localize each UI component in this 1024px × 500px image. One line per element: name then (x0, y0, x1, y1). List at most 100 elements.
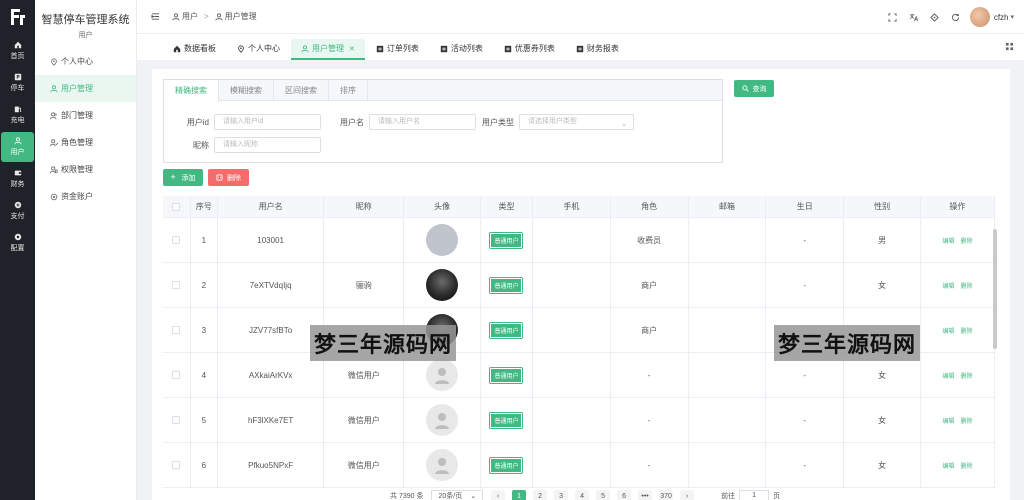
rail-item-3[interactable]: 用户 (1, 132, 34, 162)
search-tab-3[interactable]: 排序 (329, 80, 368, 101)
row-checkbox[interactable] (172, 461, 181, 469)
sidebar-item-4[interactable]: 权限管理 (35, 156, 136, 183)
row-checkbox-cell[interactable] (163, 263, 191, 307)
table-row[interactable]: 5 hF3lXKe7ET 微信用户 普通用户 - - 女编辑 删除 (163, 398, 995, 443)
row-checkbox-cell[interactable] (163, 218, 191, 262)
delete-link[interactable]: 删除 (961, 236, 973, 245)
edit-link[interactable]: 编辑 (943, 461, 955, 470)
tab-label: 订单列表 (386, 44, 419, 53)
sidebar-item-3[interactable]: 角色管理 (35, 129, 136, 156)
page-size-select[interactable]: 20条/页 ⌄ (431, 490, 484, 500)
rail-item-0[interactable]: 首页 (1, 36, 34, 66)
list-icon (376, 45, 384, 52)
breadcrumb-item-user[interactable]: 用户 (182, 11, 198, 22)
edit-link[interactable]: 编辑 (943, 416, 955, 425)
cell-username: AXkaiArKVx (218, 353, 325, 397)
page-button[interactable]: 5 (596, 490, 611, 500)
edit-link[interactable]: 编辑 (943, 371, 955, 380)
username[interactable]: cfzh (994, 13, 1009, 22)
row-checkbox[interactable] (172, 236, 181, 244)
account-icon (50, 193, 58, 200)
tab-5[interactable]: 优惠券列表 (494, 39, 565, 60)
select-all-checkbox[interactable] (172, 202, 181, 211)
tab-3[interactable]: 订单列表 (366, 39, 429, 60)
tab-2[interactable]: 用户管理 ✕ (291, 39, 365, 60)
column-header: 性别 (844, 196, 922, 217)
list-icon (440, 45, 448, 52)
username-input[interactable]: 请输入用户名 (369, 114, 476, 130)
goto-label: 前往 (721, 493, 736, 500)
sidebar-item-2[interactable]: 部门管理 (35, 102, 136, 129)
refresh-icon[interactable] (951, 13, 960, 22)
select-all-checkbox-cell[interactable] (163, 196, 191, 217)
chevron-down-icon[interactable]: ▾ (1010, 13, 1014, 21)
edit-link[interactable]: 编辑 (943, 326, 955, 335)
row-checkbox-cell[interactable] (163, 398, 191, 442)
usertype-select[interactable]: 请选择用户类型 ⌄ (519, 114, 634, 130)
next-page-button[interactable]: › (680, 490, 695, 500)
table-row[interactable]: 6 Pfkuo5NPxF 微信用户 普通用户 - - 女编辑 删除 (163, 443, 995, 488)
userid-row: 用户id 请输入用户id (164, 114, 321, 130)
fullscreen-icon[interactable] (888, 12, 897, 22)
goto-page-input[interactable]: 1 (739, 490, 770, 500)
page-button[interactable]: 4 (575, 490, 590, 500)
table-row[interactable]: 2 7eXTVdqIjq 骊驹 普通用户 商户 - 女编辑 删除 (163, 263, 995, 308)
rail-item-1[interactable]: 停车 (1, 68, 34, 98)
rail-item-5[interactable]: 支付 (1, 196, 34, 226)
cell-avatar (404, 398, 482, 442)
rail-item-4[interactable]: 财务 (1, 164, 34, 194)
search-tab-2[interactable]: 区间搜索 (274, 80, 329, 101)
column-header: 邮箱 (689, 196, 767, 217)
row-checkbox[interactable] (172, 416, 181, 424)
grid-icon[interactable] (1005, 42, 1014, 51)
tab-0[interactable]: 数据看板 (163, 39, 226, 60)
table-row[interactable]: 1 103001 普通用户 收费员 - 男编辑 删除 (163, 218, 995, 263)
system-subtitle: 用户 (78, 32, 93, 39)
rail-item-2[interactable]: 充电 (1, 100, 34, 130)
add-button[interactable]: + 添加 (163, 169, 203, 186)
delete-link[interactable]: 删除 (961, 371, 973, 380)
row-checkbox[interactable] (172, 281, 181, 289)
delete-link[interactable]: 删除 (961, 461, 973, 470)
table-scrollbar[interactable] (993, 229, 997, 349)
row-checkbox-cell[interactable] (163, 353, 191, 397)
row-checkbox-cell[interactable] (163, 443, 191, 487)
tab-6[interactable]: 财务报表 (566, 39, 629, 60)
sidebar-item-0[interactable]: 个人中心 (35, 48, 136, 75)
cell-email (689, 308, 767, 352)
delete-link[interactable]: 删除 (961, 281, 973, 290)
tab-4[interactable]: 活动列表 (430, 39, 493, 60)
delete-link[interactable]: 删除 (961, 416, 973, 425)
total-count: 共 7390 条 (390, 493, 424, 500)
theme-icon[interactable] (930, 12, 939, 22)
delete-link[interactable]: 删除 (961, 326, 973, 335)
avatar (426, 269, 459, 301)
user-icon (13, 137, 22, 145)
row-checkbox[interactable] (172, 326, 181, 334)
delete-button[interactable]: 删除 (208, 169, 249, 186)
page-button[interactable]: 2 (533, 490, 548, 500)
user-avatar[interactable] (969, 7, 990, 27)
rail-item-6[interactable]: 配置 (1, 228, 34, 258)
prev-page-button[interactable]: ‹ (491, 490, 506, 500)
query-button[interactable]: 查询 (734, 80, 774, 97)
sidebar-item-1[interactable]: 用户管理 (35, 75, 136, 102)
search-tab-1[interactable]: 模糊搜索 (219, 80, 274, 101)
page-button[interactable]: 1 (512, 490, 527, 500)
page-button[interactable]: 370 (659, 490, 674, 500)
page-button[interactable]: 6 (617, 490, 632, 500)
nickname-input[interactable]: 请输入昵称 (214, 137, 321, 153)
edit-link[interactable]: 编辑 (943, 236, 955, 245)
row-checkbox-cell[interactable] (163, 308, 191, 352)
collapse-menu-icon[interactable] (151, 12, 160, 21)
page-button[interactable]: 3 (554, 490, 569, 500)
row-checkbox[interactable] (172, 371, 181, 379)
tab-1[interactable]: 个人中心 (227, 39, 290, 60)
search-tab-0[interactable]: 精确搜索 (164, 80, 219, 102)
page-button[interactable]: ••• (638, 490, 653, 500)
sidebar-item-5[interactable]: 资金账户 (35, 183, 136, 210)
close-icon[interactable]: ✕ (349, 45, 355, 53)
edit-link[interactable]: 编辑 (943, 281, 955, 290)
translate-icon[interactable] (909, 13, 918, 22)
userid-input[interactable]: 请输入用户id (214, 114, 321, 130)
